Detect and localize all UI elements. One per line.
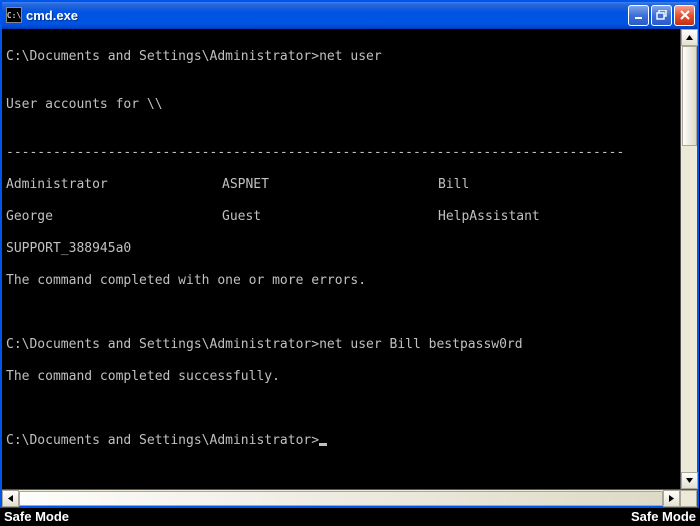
chevron-right-icon <box>669 495 674 502</box>
status-line: The command completed with one or more e… <box>6 273 695 289</box>
cell: Guest <box>222 209 438 225</box>
scroll-track[interactable] <box>19 490 663 506</box>
command-text: net user <box>319 49 382 64</box>
cmd-window: C:\ cmd.exe C:\Documents and Settings\Ad… <box>0 0 699 508</box>
cell: ASPNET <box>222 177 438 193</box>
restore-icon <box>656 10 668 20</box>
scroll-right-button[interactable] <box>663 490 680 507</box>
prompt: C:\Documents and Settings\Administrator> <box>6 433 319 448</box>
scroll-track[interactable] <box>681 46 697 472</box>
cell: HelpAssistant <box>438 209 540 224</box>
cell: George <box>6 209 222 225</box>
scroll-thumb[interactable] <box>682 46 697 146</box>
vertical-scrollbar[interactable] <box>680 29 697 489</box>
titlebar[interactable]: C:\ cmd.exe <box>2 2 697 29</box>
cursor <box>319 443 327 446</box>
terminal-output[interactable]: C:\Documents and Settings\Administrator>… <box>2 29 697 506</box>
cell: SUPPORT_388945a0 <box>6 241 131 256</box>
restore-button[interactable] <box>651 5 672 26</box>
window-buttons <box>628 5 695 26</box>
safe-mode-label-right: Safe Mode <box>631 509 696 524</box>
prompt-line: C:\Documents and Settings\Administrator> <box>6 433 695 449</box>
table-row: GeorgeGuestHelpAssistant <box>6 209 695 225</box>
table-row: AdministratorASPNETBill <box>6 177 695 193</box>
chevron-up-icon <box>686 35 693 40</box>
cmd-icon: C:\ <box>6 7 22 23</box>
chevron-down-icon <box>686 478 693 483</box>
scroll-thumb[interactable] <box>19 491 663 506</box>
scroll-left-button[interactable] <box>2 490 19 507</box>
close-button[interactable] <box>674 5 695 26</box>
safe-mode-label-left: Safe Mode <box>4 509 69 524</box>
minimize-button[interactable] <box>628 5 649 26</box>
chevron-left-icon <box>8 495 13 502</box>
command-text: net user Bill bestpassw0rd <box>319 337 523 352</box>
output-header: User accounts for \\ <box>6 97 695 113</box>
horizontal-scrollbar[interactable] <box>2 489 697 506</box>
minimize-icon <box>634 10 644 20</box>
scrollbar-corner <box>680 490 697 507</box>
status-line: The command completed successfully. <box>6 369 695 385</box>
table-row: SUPPORT_388945a0 <box>6 241 695 257</box>
prompt-line: C:\Documents and Settings\Administrator>… <box>6 49 695 65</box>
scroll-down-button[interactable] <box>681 472 698 489</box>
cell: Administrator <box>6 177 222 193</box>
prompt: C:\Documents and Settings\Administrator> <box>6 337 319 352</box>
prompt: C:\Documents and Settings\Administrator> <box>6 49 319 64</box>
prompt-line: C:\Documents and Settings\Administrator>… <box>6 337 695 353</box>
cell: Bill <box>438 177 469 192</box>
separator-line: ----------------------------------------… <box>6 145 695 161</box>
window-body: C:\Documents and Settings\Administrator>… <box>2 29 697 506</box>
close-icon <box>680 10 690 20</box>
scroll-up-button[interactable] <box>681 29 698 46</box>
window-title: cmd.exe <box>26 8 628 23</box>
